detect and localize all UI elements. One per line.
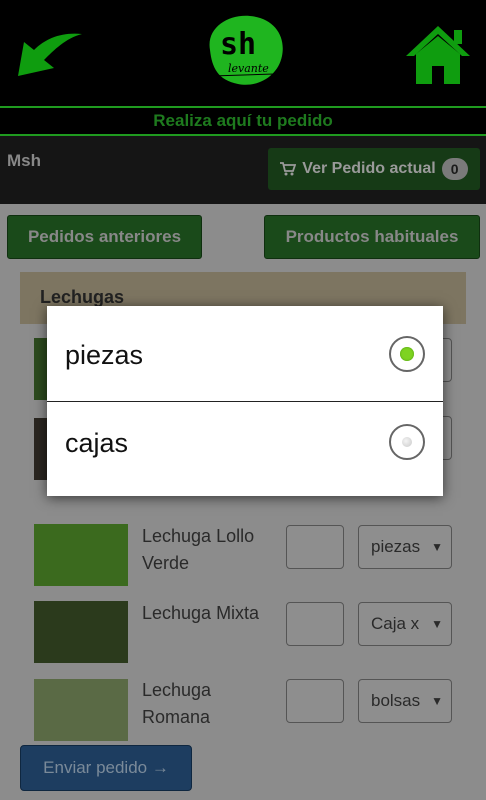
logo: sh levante — [209, 15, 283, 85]
usual-products-button[interactable]: Productos habituales — [264, 215, 480, 259]
category-title: Lechugas — [40, 287, 125, 307]
quantity-input[interactable] — [286, 525, 344, 569]
back-arrow-icon[interactable] — [14, 28, 86, 80]
unit-select[interactable]: bolsas ▼ — [358, 679, 452, 723]
radio-button[interactable] — [389, 424, 425, 460]
chevron-down-icon: ▼ — [431, 694, 443, 708]
radio-button[interactable] — [389, 336, 425, 372]
order-count-badge: 0 — [441, 158, 468, 180]
product-name: Lechuga Mixta — [142, 603, 260, 623]
unit-select-value: bolsas — [371, 691, 421, 710]
radio-selected-dot — [400, 347, 414, 361]
option-piezas[interactable]: piezas — [47, 306, 443, 400]
chevron-down-icon: ▼ — [431, 617, 443, 631]
subtitle-text: Realiza aquí tu pedido — [153, 111, 333, 130]
unit-picker-dialog: piezas cajas — [47, 306, 443, 496]
home-icon[interactable] — [404, 24, 472, 86]
option-label: piezas — [65, 340, 144, 370]
unit-select[interactable]: piezas ▼ — [358, 525, 452, 569]
product-name: Lechuga Romana — [142, 680, 212, 727]
cart-icon — [280, 162, 297, 176]
user-name: Msh — [7, 151, 41, 170]
option-cajas[interactable]: cajas — [47, 402, 443, 496]
logo-text: sh — [220, 27, 256, 62]
product-image — [34, 679, 128, 741]
product-image — [34, 601, 128, 663]
previous-orders-button[interactable]: Pedidos anteriores — [7, 215, 202, 259]
current-order-button[interactable]: Ver Pedido actual 0 — [268, 148, 480, 190]
subtitle-bar: Realiza aquí tu pedido — [0, 108, 486, 134]
product-image — [34, 524, 128, 586]
product-name: Lechuga Lollo Verde — [142, 526, 255, 573]
quantity-input[interactable] — [286, 679, 344, 723]
quantity-input[interactable] — [286, 602, 344, 646]
unit-select-value: Caja x — [371, 614, 420, 633]
send-order-button[interactable]: Enviar pedido → — [20, 745, 192, 791]
radio-empty-dot — [402, 437, 412, 447]
app-header: sh levante — [0, 0, 486, 108]
chevron-down-icon: ▼ — [431, 540, 443, 554]
logo-subtext: levante — [228, 62, 269, 75]
unit-select[interactable]: Caja x ▼ — [358, 602, 452, 646]
current-order-label: Ver Pedido actual — [302, 160, 436, 177]
unit-select-value: piezas — [371, 537, 421, 556]
option-label: cajas — [65, 428, 129, 458]
